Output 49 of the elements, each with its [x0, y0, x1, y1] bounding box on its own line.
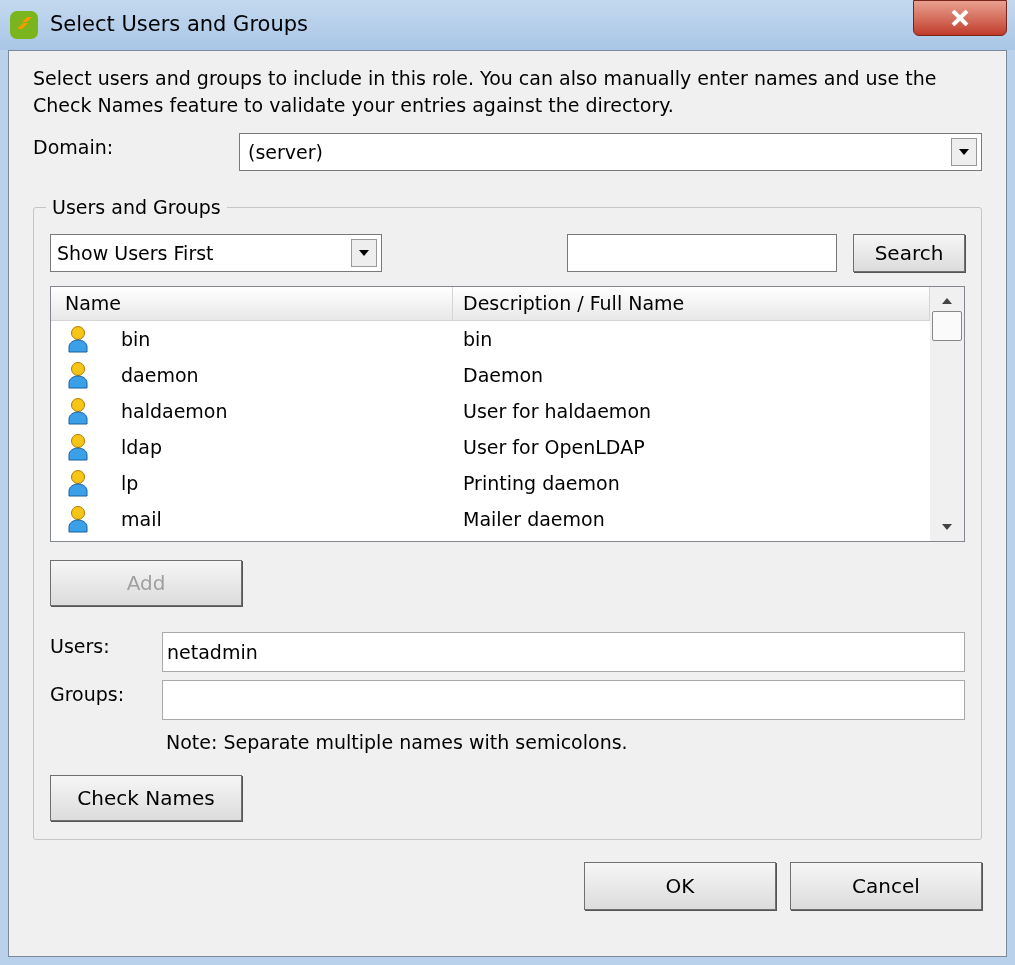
table-cell-text: Printing daemon: [463, 470, 620, 496]
table-cell-text: ldap: [121, 434, 164, 460]
user-icon: [67, 433, 89, 461]
close-icon: [951, 10, 969, 26]
table-cell-text: daemon: [121, 362, 200, 388]
search-button[interactable]: Search: [853, 234, 965, 272]
user-row[interactable]: mail Mailer daemon: [51, 501, 930, 537]
table-cell-text: Mailer daemon: [463, 506, 605, 532]
dropdown-arrow-icon: [958, 148, 970, 156]
user-row[interactable]: lp Printing daemon: [51, 465, 930, 501]
user-row[interactable]: ldap User for OpenLDAP: [51, 429, 930, 465]
scrollbar[interactable]: [930, 287, 964, 541]
table-cell-text: mail: [121, 506, 163, 532]
scroll-down-icon: [941, 523, 953, 531]
check-names-button[interactable]: Check Names: [50, 774, 242, 821]
note-text: Note: Separate multiple names with semicolons.: [166, 730, 629, 755]
user-icon: [67, 397, 89, 425]
user-icon: [67, 325, 89, 353]
column-header[interactable]: Name: [51, 287, 453, 320]
order-dropdown[interactable]: Show Users First: [50, 234, 382, 272]
dialog-button[interactable]: OK: [584, 861, 776, 910]
user-icon: [67, 505, 89, 533]
table-cell-text: bin: [121, 326, 152, 352]
user-row[interactable]: daemon Daemon: [51, 357, 930, 393]
user-row[interactable]: bin bin: [51, 321, 930, 357]
scroll-up-icon: [941, 297, 953, 305]
app-logo-icon: [8, 9, 40, 41]
table-cell-text: bin: [463, 326, 493, 352]
table-cell-text: User for haldaemon: [463, 398, 652, 424]
table-cell-text: User for OpenLDAP: [463, 434, 645, 460]
window-title: Select Users and Groups: [50, 11, 309, 39]
table-cell-text: lp: [121, 470, 140, 496]
dialog-button[interactable]: Cancel: [790, 861, 982, 910]
close-button[interactable]: [913, 0, 1007, 36]
users-field[interactable]: netadmin: [162, 632, 965, 672]
user-icon: [67, 469, 89, 497]
table-cell-text: haldaemon: [121, 398, 229, 424]
groups-field[interactable]: [162, 680, 965, 720]
domain-dropdown[interactable]: (server): [239, 133, 982, 171]
search-field[interactable]: [567, 234, 837, 272]
user-row[interactable]: haldaemon User for haldaemon: [51, 393, 930, 429]
users-label: Users:: [50, 634, 111, 659]
user-icon: [67, 361, 89, 389]
table-cell-text: Daemon: [463, 362, 544, 388]
dropdown-arrow-icon: [358, 249, 370, 257]
groups-label: Groups:: [50, 682, 126, 707]
intro-text: Select users and groups to include in this role. You can also manually enter names and use the Check Names feature to validate your entries against the directory.: [33, 66, 938, 118]
domain-label: Domain:: [33, 135, 115, 160]
scroll-thumb[interactable]: [932, 311, 962, 341]
